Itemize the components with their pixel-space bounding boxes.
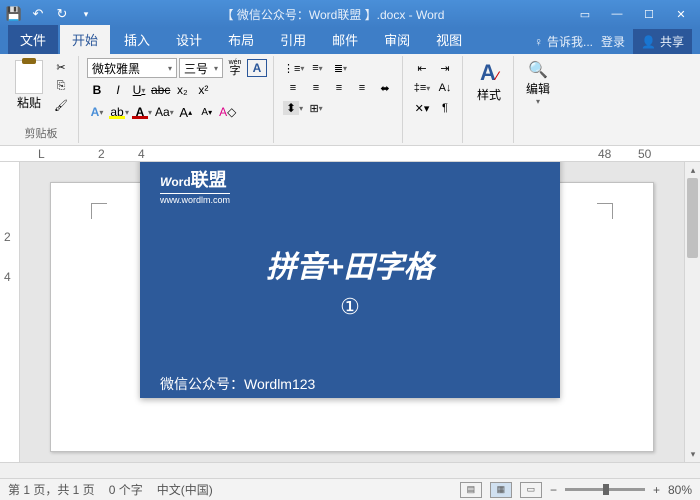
strike-button[interactable]: abc bbox=[150, 80, 171, 100]
chevron-down-icon: ▾ bbox=[536, 97, 540, 106]
overlay-number: ① bbox=[160, 294, 540, 320]
paste-button[interactable]: 粘贴 bbox=[10, 58, 48, 114]
styles-icon: A⁄ bbox=[480, 60, 498, 86]
zoom-out-button[interactable]: − bbox=[550, 483, 557, 497]
sort-button[interactable]: A↓ bbox=[434, 78, 456, 98]
margin-corner bbox=[91, 203, 107, 219]
view-print-icon[interactable]: ▦ bbox=[490, 482, 512, 498]
scroll-down-icon[interactable]: ▾ bbox=[685, 446, 700, 462]
person-icon: 👤 bbox=[641, 35, 656, 49]
redo-icon[interactable]: ↻ bbox=[52, 4, 72, 24]
tab-references[interactable]: 引用 bbox=[268, 25, 318, 54]
font-name-select[interactable]: 微软雅黑▾ bbox=[87, 58, 177, 78]
tab-layout[interactable]: 布局 bbox=[216, 25, 266, 54]
close-icon[interactable]: ✕ bbox=[666, 4, 696, 24]
text-effects-button[interactable]: A▾ bbox=[87, 102, 107, 122]
tell-me-input[interactable]: ♀告诉我... bbox=[534, 33, 593, 50]
ribbon-options-icon[interactable]: ▭ bbox=[570, 4, 600, 24]
tab-view[interactable]: 视图 bbox=[424, 25, 474, 54]
increase-indent-button[interactable]: ⇥ bbox=[434, 58, 456, 78]
distribute-button[interactable]: ⬌ bbox=[374, 78, 396, 98]
overlay-footer: 微信公众号：Wordlm123 bbox=[160, 374, 540, 394]
scrollbar-vertical[interactable]: ▴ ▾ bbox=[684, 162, 700, 462]
logo-url: www.wordlm.com bbox=[160, 193, 230, 205]
numbering-button[interactable]: ≡▾ bbox=[306, 58, 328, 78]
show-marks-button[interactable]: ✕▾ bbox=[411, 98, 433, 118]
overlay-title: 拼音+田字格 bbox=[160, 242, 540, 286]
share-button[interactable]: 👤共享 bbox=[633, 29, 692, 54]
phonetic-guide-button[interactable]: wén字 bbox=[225, 58, 245, 78]
change-case-button[interactable]: Aa▾ bbox=[154, 102, 175, 122]
enclose-char-button[interactable]: A bbox=[247, 59, 267, 77]
cut-icon[interactable]: ✂ bbox=[50, 58, 72, 76]
save-icon[interactable]: 💾 bbox=[4, 4, 24, 24]
align-center-button[interactable]: ≡ bbox=[305, 78, 327, 98]
chevron-down-icon: ▾ bbox=[168, 64, 172, 73]
editing-button[interactable]: 🔍 编辑 ▾ bbox=[522, 58, 554, 108]
clear-format-button[interactable]: A◇ bbox=[218, 102, 238, 122]
shading-button[interactable]: ⬍▾ bbox=[282, 98, 304, 118]
align-left-button[interactable]: ≡ bbox=[282, 78, 304, 98]
tab-home[interactable]: 开始 bbox=[60, 25, 110, 54]
zoom-level[interactable]: 80% bbox=[668, 483, 692, 497]
bulb-icon: ♀ bbox=[534, 35, 543, 49]
styles-button[interactable]: A⁄ 样式 bbox=[471, 58, 507, 105]
underline-button[interactable]: U▾ bbox=[129, 80, 149, 100]
zoom-slider[interactable] bbox=[565, 488, 645, 491]
highlight-button[interactable]: ab▾ bbox=[108, 102, 130, 122]
minimize-icon[interactable]: — bbox=[602, 4, 632, 24]
multilevel-button[interactable]: ≣▾ bbox=[329, 58, 351, 78]
login-link[interactable]: 登录 bbox=[601, 33, 625, 50]
status-language[interactable]: 中文(中国) bbox=[157, 481, 213, 498]
margin-corner bbox=[597, 203, 613, 219]
paragraph-mark-button[interactable]: ¶ bbox=[434, 98, 456, 118]
qat-dropdown-icon[interactable]: ▾ bbox=[76, 4, 96, 24]
font-size-select[interactable]: 三号▾ bbox=[179, 58, 223, 78]
chevron-down-icon: ▾ bbox=[214, 64, 218, 73]
ruler-vertical[interactable]: 2 4 bbox=[0, 162, 20, 462]
bullets-button[interactable]: ⋮≡▾ bbox=[282, 58, 305, 78]
zoom-thumb[interactable] bbox=[603, 484, 609, 495]
grow-font-button[interactable]: A▴ bbox=[176, 102, 196, 122]
format-painter-icon[interactable]: 🖌 bbox=[50, 96, 72, 114]
tab-insert[interactable]: 插入 bbox=[112, 25, 162, 54]
group-clipboard-label: 剪贴板 bbox=[10, 123, 72, 141]
superscript-button[interactable]: x² bbox=[193, 80, 213, 100]
view-read-icon[interactable]: ▤ bbox=[460, 482, 482, 498]
overlay-banner: WordWord联盟联盟 www.wordlm.com 拼音+田字格 ① 微信公… bbox=[140, 162, 560, 398]
scrollbar-horizontal[interactable] bbox=[0, 462, 700, 478]
subscript-button[interactable]: x₂ bbox=[172, 80, 192, 100]
shrink-font-button[interactable]: A▾ bbox=[197, 102, 217, 122]
copy-icon[interactable]: ⎘ bbox=[50, 77, 72, 95]
tab-design[interactable]: 设计 bbox=[164, 25, 214, 54]
borders-button[interactable]: ⊞▾ bbox=[305, 98, 327, 118]
logo-text: Word bbox=[160, 175, 191, 189]
status-page[interactable]: 第 1 页，共 1 页 bbox=[8, 481, 95, 498]
italic-button[interactable]: I bbox=[108, 80, 128, 100]
view-web-icon[interactable]: ▭ bbox=[520, 482, 542, 498]
clipboard-icon bbox=[15, 60, 43, 94]
align-right-button[interactable]: ≡ bbox=[328, 78, 350, 98]
undo-icon[interactable]: ↶ bbox=[28, 4, 48, 24]
status-words[interactable]: 0 个字 bbox=[109, 481, 143, 498]
ruler-horizontal[interactable]: L 2 4 48 50 bbox=[0, 146, 700, 162]
find-icon: 🔍 bbox=[528, 60, 548, 80]
maximize-icon[interactable]: ☐ bbox=[634, 4, 664, 24]
zoom-in-button[interactable]: + bbox=[653, 483, 660, 497]
tab-file[interactable]: 文件 bbox=[8, 25, 58, 54]
bold-button[interactable]: B bbox=[87, 80, 107, 100]
tab-mailings[interactable]: 邮件 bbox=[320, 25, 370, 54]
window-title: 【 微信公众号：Word联盟 】.docx - Word bbox=[96, 6, 570, 23]
justify-button[interactable]: ≡ bbox=[351, 78, 373, 98]
scroll-up-icon[interactable]: ▴ bbox=[685, 162, 700, 178]
decrease-indent-button[interactable]: ⇤ bbox=[411, 58, 433, 78]
line-spacing-button[interactable]: ‡≡▾ bbox=[411, 78, 433, 98]
tab-review[interactable]: 审阅 bbox=[372, 25, 422, 54]
font-color-button[interactable]: A▾ bbox=[131, 102, 153, 122]
scroll-thumb[interactable] bbox=[687, 178, 698, 258]
